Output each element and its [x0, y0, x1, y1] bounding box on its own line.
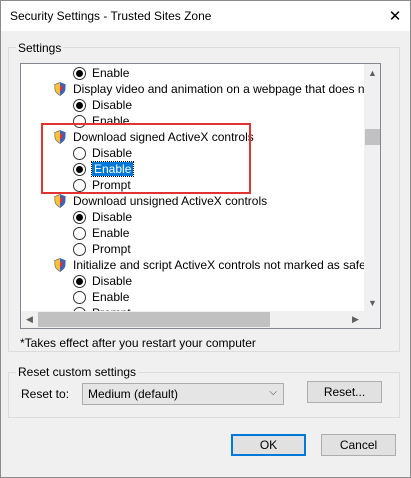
setting-option[interactable]: Disable — [73, 273, 132, 289]
setting-header: Download signed ActiveX controls — [54, 129, 254, 145]
reset-button[interactable]: Reset... — [307, 381, 382, 403]
radio-button[interactable] — [73, 226, 86, 240]
close-icon[interactable]: ✕ — [380, 1, 410, 31]
setting-option-label[interactable]: Prompt — [92, 242, 131, 256]
settings-list[interactable]: Enable Display video and animation on a w… — [20, 63, 381, 329]
shield-icon — [54, 194, 66, 208]
shield-icon — [54, 130, 66, 144]
setting-option[interactable]: Enable — [73, 65, 129, 81]
setting-option[interactable]: Enable — [73, 113, 129, 129]
setting-option-label[interactable]: Enable — [92, 66, 129, 80]
setting-header: Download unsigned ActiveX controls — [54, 193, 267, 209]
restart-note: *Takes effect after you restart your com… — [20, 336, 256, 350]
reset-to-value: Medium (default) — [88, 387, 179, 401]
settings-list-content: Enable Display video and animation on a w… — [21, 64, 364, 311]
reset-to-select[interactable]: Medium (default) ⌵ — [82, 383, 284, 405]
scroll-down-icon[interactable]: ▼ — [364, 294, 380, 311]
title-bar: Security Settings - Trusted Sites Zone ✕ — [1, 1, 410, 31]
radio-button[interactable] — [73, 146, 86, 160]
window-title: Security Settings - Trusted Sites Zone — [10, 9, 212, 23]
setting-header-label: Download signed ActiveX controls — [73, 130, 254, 144]
setting-option-label[interactable]: Enable — [92, 290, 129, 304]
radio-button[interactable] — [73, 178, 86, 192]
setting-option-label[interactable]: Disable — [92, 210, 132, 224]
reset-group-label: Reset custom settings — [16, 365, 139, 379]
setting-option-label[interactable]: Disable — [92, 98, 132, 112]
vertical-scrollbar[interactable]: ▲ ▼ — [364, 64, 380, 311]
radio-button[interactable] — [73, 242, 86, 256]
radio-button[interactable] — [73, 66, 86, 80]
shield-icon — [54, 258, 66, 272]
setting-header-label: Initialize and script ActiveX controls n… — [73, 258, 364, 272]
reset-to-label: Reset to: — [21, 387, 70, 401]
radio-button[interactable] — [73, 274, 86, 288]
shield-icon — [54, 82, 66, 96]
setting-option[interactable]: Disable — [73, 209, 132, 225]
scroll-left-icon[interactable]: ◀ — [21, 311, 38, 328]
chevron-down-icon: ⌵ — [269, 387, 277, 398]
setting-option[interactable]: Disable — [73, 145, 132, 161]
radio-button[interactable] — [73, 98, 86, 112]
setting-option[interactable]: Prompt — [73, 241, 131, 257]
setting-option-label[interactable]: Disable — [92, 274, 132, 288]
scroll-up-icon[interactable]: ▲ — [364, 64, 380, 81]
setting-option-label[interactable]: Enable — [90, 161, 135, 177]
radio-button[interactable] — [73, 114, 86, 128]
setting-option[interactable]: Prompt — [73, 177, 131, 193]
setting-option[interactable]: Enable — [73, 289, 129, 305]
radio-button[interactable] — [73, 210, 86, 224]
setting-option-label[interactable]: Disable — [92, 146, 132, 160]
cancel-button[interactable]: Cancel — [321, 434, 396, 456]
setting-option-label[interactable]: Enable — [92, 114, 129, 128]
setting-header-label: Download unsigned ActiveX controls — [73, 194, 268, 208]
setting-option[interactable]: Disable — [73, 97, 132, 113]
setting-header: Initialize and script ActiveX controls n… — [54, 257, 364, 273]
setting-header-label: Display video and animation on a webpage… — [73, 82, 364, 96]
horizontal-scroll-thumb[interactable] — [38, 312, 270, 327]
radio-button[interactable] — [73, 162, 86, 176]
scroll-right-icon[interactable]: ▶ — [347, 311, 364, 328]
horizontal-scrollbar[interactable]: ◀ ▶ — [21, 311, 364, 328]
setting-option-label[interactable]: Enable — [92, 226, 129, 240]
settings-group-label: Settings — [16, 41, 64, 55]
ok-button[interactable]: OK — [231, 434, 306, 456]
setting-option-label[interactable]: Prompt — [92, 178, 131, 192]
radio-button[interactable] — [73, 290, 86, 304]
setting-option[interactable]: Enable — [73, 161, 135, 177]
setting-option[interactable]: Enable — [73, 225, 129, 241]
vertical-scroll-thumb[interactable] — [365, 129, 380, 145]
setting-header: Display video and animation on a webpage… — [54, 81, 364, 97]
scrollbar-corner — [364, 311, 380, 328]
